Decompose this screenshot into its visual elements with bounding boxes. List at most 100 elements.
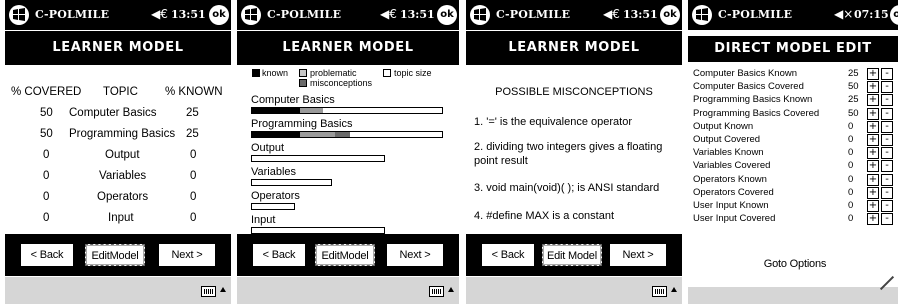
increment-button[interactable]: + — [867, 187, 879, 199]
topic-cell: Operators — [97, 191, 149, 203]
edit-model-button[interactable]: EditModel — [315, 244, 375, 266]
increment-button[interactable]: + — [867, 147, 879, 159]
keyboard-icon[interactable] — [652, 286, 667, 297]
increment-button[interactable]: + — [867, 200, 879, 212]
model-value-label: Operators Known — [693, 174, 767, 185]
goto-options-button[interactable]: Goto Options — [760, 253, 830, 275]
model-value: 50 — [848, 108, 859, 119]
column-header-known: % KNOWN — [165, 86, 223, 98]
decrement-button[interactable]: - — [881, 94, 893, 106]
edit-model-button[interactable]: EditModel — [85, 244, 145, 266]
decrement-button[interactable]: - — [881, 121, 893, 133]
model-value-label: Computer Basics Covered — [693, 81, 804, 92]
clock[interactable]: 13:51 — [171, 8, 206, 21]
clock[interactable]: 07:15 — [854, 8, 889, 21]
model-value: 0 — [848, 200, 854, 211]
keyboard-icon[interactable] — [429, 286, 444, 297]
decrement-button[interactable]: - — [881, 200, 893, 212]
model-value-label: Programming Basics Covered — [693, 108, 820, 119]
input-menu-arrow-icon[interactable] — [671, 287, 677, 292]
covered-cell: 0 — [43, 212, 50, 224]
topic-label: Computer Basics — [251, 94, 335, 106]
speaker-muted-icon[interactable]: ◀× — [834, 7, 853, 21]
covered-cell: 0 — [43, 170, 50, 182]
next-button[interactable]: Next > — [159, 244, 215, 266]
windows-start-icon[interactable] — [469, 4, 491, 26]
ok-icon[interactable]: ok — [890, 5, 898, 25]
model-value: 0 — [848, 147, 854, 158]
decrement-button[interactable]: - — [881, 108, 893, 120]
increment-button[interactable]: + — [867, 213, 879, 225]
speaker-icon[interactable]: ◀€ — [380, 7, 397, 21]
page-title: LEARNER MODEL — [5, 31, 231, 65]
windows-start-icon[interactable] — [691, 4, 713, 26]
title-bar: C-POLMILE ◀€ 13:51 ok — [5, 0, 231, 30]
known-cell: 25 — [186, 128, 199, 140]
windows-start-icon[interactable] — [8, 4, 30, 26]
decrement-button[interactable]: - — [881, 213, 893, 225]
speaker-icon[interactable]: ◀€ — [151, 7, 168, 21]
screen-learner-model-table: C-POLMILE ◀€ 13:51 ok LEARNER MODEL % CO… — [5, 0, 231, 304]
topic-cell: Variables — [99, 170, 147, 182]
legend-topic-size-swatch — [383, 69, 391, 77]
input-menu-arrow-icon[interactable] — [220, 287, 226, 292]
screen-direct-model-edit: C-POLMILE ◀× 07:15 ok DIRECT MODEL EDIT … — [688, 0, 898, 304]
topic-cell: Input — [108, 212, 134, 224]
model-value-label: User Input Known — [693, 200, 769, 211]
next-button[interactable]: Next > — [610, 244, 666, 266]
keyboard-icon[interactable] — [201, 286, 216, 297]
decrement-button[interactable]: - — [881, 68, 893, 80]
increment-button[interactable]: + — [867, 134, 879, 146]
model-value: 25 — [848, 94, 859, 105]
increment-button[interactable]: + — [867, 94, 879, 106]
known-cell: 0 — [190, 170, 197, 182]
next-button[interactable]: Next > — [387, 244, 443, 266]
ok-icon[interactable]: ok — [660, 5, 680, 25]
input-menu-arrow-icon[interactable] — [448, 287, 454, 292]
decrement-button[interactable]: - — [881, 134, 893, 146]
legend-known-swatch — [252, 69, 260, 77]
command-bar — [237, 276, 459, 304]
decrement-button[interactable]: - — [881, 174, 893, 186]
increment-button[interactable]: + — [867, 68, 879, 80]
clock[interactable]: 13:51 — [623, 8, 658, 21]
topic-size-bar — [251, 179, 332, 186]
model-value: 0 — [848, 174, 854, 185]
misconception-item: 2. dividing two integers gives a floatin… — [474, 141, 663, 167]
app-title: C-POLMILE — [718, 8, 793, 21]
increment-button[interactable]: + — [867, 81, 879, 93]
page-title: LEARNER MODEL — [466, 31, 682, 65]
topic-label: Variables — [251, 166, 297, 178]
clock[interactable]: 13:51 — [400, 8, 435, 21]
model-value: 25 — [848, 68, 859, 79]
back-button[interactable]: < Back — [482, 244, 534, 266]
screen-learner-model-bars: C-POLMILE ◀€ 13:51 ok LEARNER MODEL know… — [237, 0, 459, 304]
model-value-label: Computer Basics Known — [693, 68, 798, 79]
known-segment — [252, 108, 300, 113]
command-bar — [5, 276, 231, 304]
edit-model-button[interactable]: Edit Model — [542, 244, 602, 266]
ok-icon[interactable]: ok — [209, 5, 229, 25]
model-value: 0 — [848, 121, 854, 132]
increment-button[interactable]: + — [867, 160, 879, 172]
back-button[interactable]: < Back — [21, 244, 73, 266]
model-value: 0 — [848, 213, 854, 224]
decrement-button[interactable]: - — [881, 147, 893, 159]
speaker-icon[interactable]: ◀€ — [603, 7, 620, 21]
known-cell: 0 — [190, 212, 197, 224]
topic-cell: Programming Basics — [69, 128, 176, 140]
legend-problematic-swatch — [299, 69, 307, 77]
model-value-label: Operators Covered — [693, 187, 774, 198]
ok-icon[interactable]: ok — [437, 5, 457, 25]
decrement-button[interactable]: - — [881, 81, 893, 93]
increment-button[interactable]: + — [867, 174, 879, 186]
button-bar: < Back Edit Model Next > — [466, 234, 682, 276]
back-button[interactable]: < Back — [253, 244, 305, 266]
legend-misconceptions-swatch — [299, 79, 307, 87]
windows-start-icon[interactable] — [240, 4, 262, 26]
increment-button[interactable]: + — [867, 108, 879, 120]
decrement-button[interactable]: - — [881, 160, 893, 172]
increment-button[interactable]: + — [867, 121, 879, 133]
decrement-button[interactable]: - — [881, 187, 893, 199]
misconception-item: 3. void main(void)( ); is ANSI standard — [474, 182, 660, 194]
